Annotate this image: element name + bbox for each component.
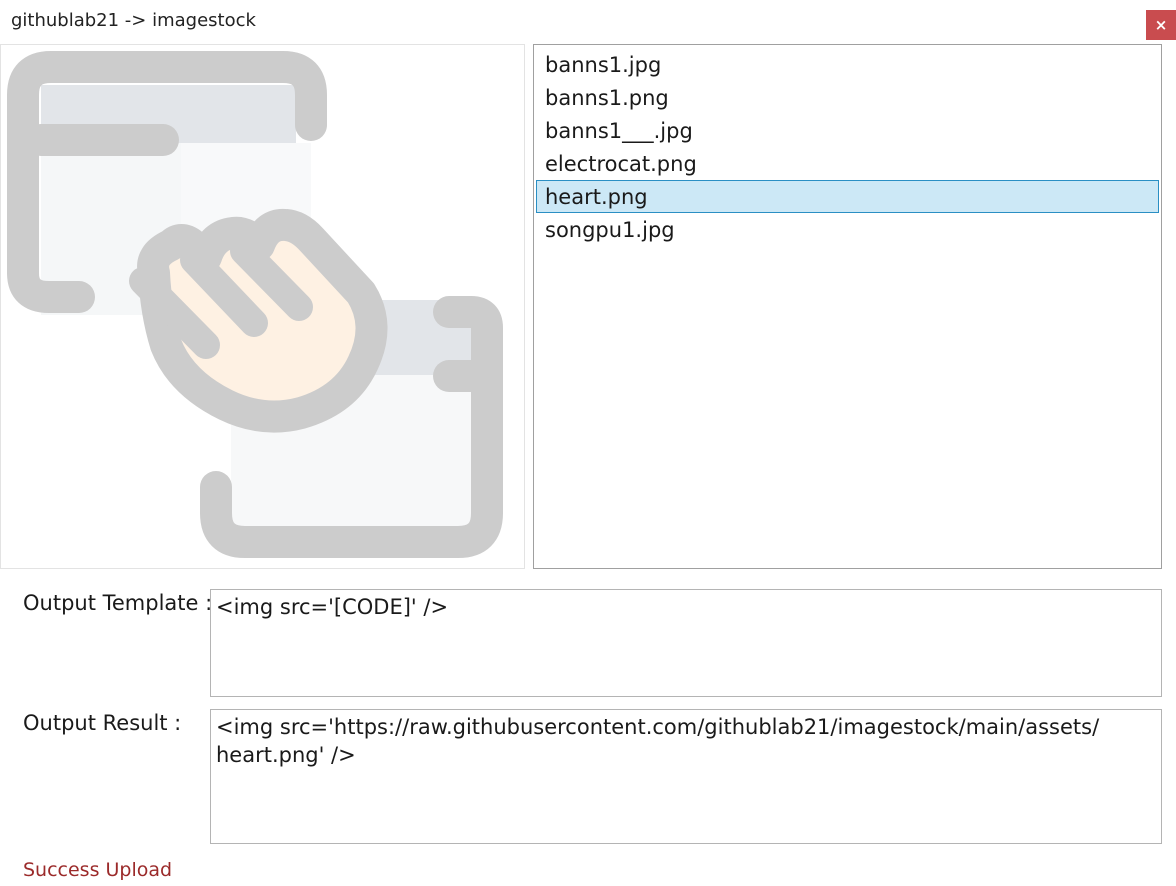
window-title: githublab21 -> imagestock — [11, 10, 256, 31]
file-list-item[interactable]: electrocat.png — [536, 147, 1159, 180]
close-button[interactable]: × — [1146, 10, 1176, 40]
file-list-item[interactable]: banns1.jpg — [536, 48, 1159, 81]
status-message: Success Upload — [23, 859, 173, 881]
output-template-field[interactable]: <img src='[CODE]' /> — [210, 589, 1162, 697]
file-list-item[interactable]: heart.png — [536, 180, 1159, 213]
app-window: githublab21 -> imagestock × banns1.jpg ba… — [0, 0, 1176, 886]
output-template-label: Output Template : — [23, 591, 213, 615]
file-list-item[interactable]: banns1.png — [536, 81, 1159, 114]
file-list[interactable]: banns1.jpg banns1.png banns1___.jpg electro… — [533, 44, 1162, 569]
file-list-item[interactable]: songpu1.jpg — [536, 213, 1159, 246]
output-result-field[interactable]: <img src='https://raw.githubusercontent.… — [210, 709, 1162, 844]
output-result-label: Output Result : — [23, 711, 182, 735]
drag-and-drop-hand-icon — [7, 51, 503, 558]
image-preview — [0, 44, 525, 569]
file-list-item[interactable]: banns1___.jpg — [536, 114, 1159, 147]
title-bar: githublab21 -> imagestock × — [0, 0, 1176, 42]
